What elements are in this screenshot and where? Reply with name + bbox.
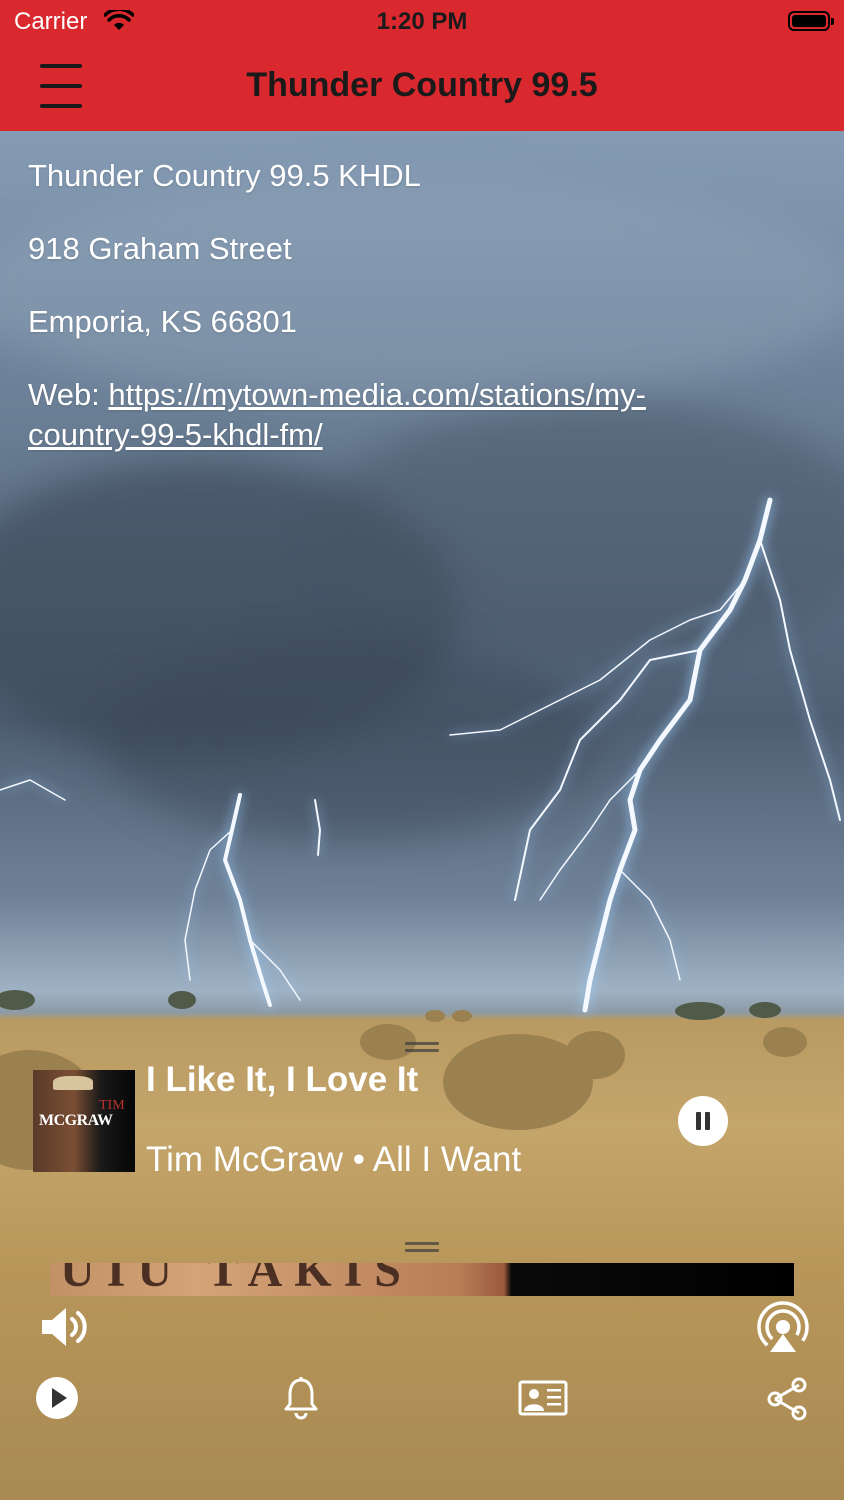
station-city: Emporia, KS 66801 [28, 304, 297, 339]
web-label: Web: [28, 377, 100, 412]
station-web: Web: https://mytown-media.com/stations/m… [28, 375, 818, 455]
song-artist-album: Tim McGraw • All I Want [146, 1140, 522, 1179]
page-title: Thunder Country 99.5 [246, 66, 598, 104]
artwork-strip: UIU TAKIS [50, 1263, 794, 1296]
album-art: TIM MCGRAW [33, 1070, 135, 1172]
contact-card-icon[interactable] [518, 1380, 568, 1416]
drag-handle-secondary[interactable] [405, 1242, 439, 1252]
battery-icon [788, 11, 834, 31]
share-icon[interactable] [766, 1377, 808, 1421]
song-title: I Like It, I Love It [146, 1060, 419, 1099]
airplay-icon[interactable] [756, 1300, 810, 1354]
navigation-bar: Thunder Country 99.5 [0, 44, 844, 131]
status-time: 1:20 PM [376, 8, 468, 35]
station-info: Thunder Country 99.5 KHDL 918 Graham Str… [28, 156, 818, 488]
pause-icon[interactable] [678, 1096, 728, 1146]
now-playing-panel: TIM MCGRAW I Like It, I Love It Tim McGr… [0, 1040, 844, 1220]
station-street: 918 Graham Street [28, 231, 292, 266]
play-circle-icon[interactable] [36, 1377, 78, 1419]
speaker-volume-icon[interactable] [38, 1302, 88, 1352]
station-website-link[interactable]: https://mytown-media.com/stations/my-cou… [28, 377, 646, 452]
status-bar: Carrier 1:20 PM [0, 0, 844, 44]
bell-icon[interactable] [283, 1376, 319, 1420]
station-name: Thunder Country 99.5 KHDL [28, 158, 421, 193]
